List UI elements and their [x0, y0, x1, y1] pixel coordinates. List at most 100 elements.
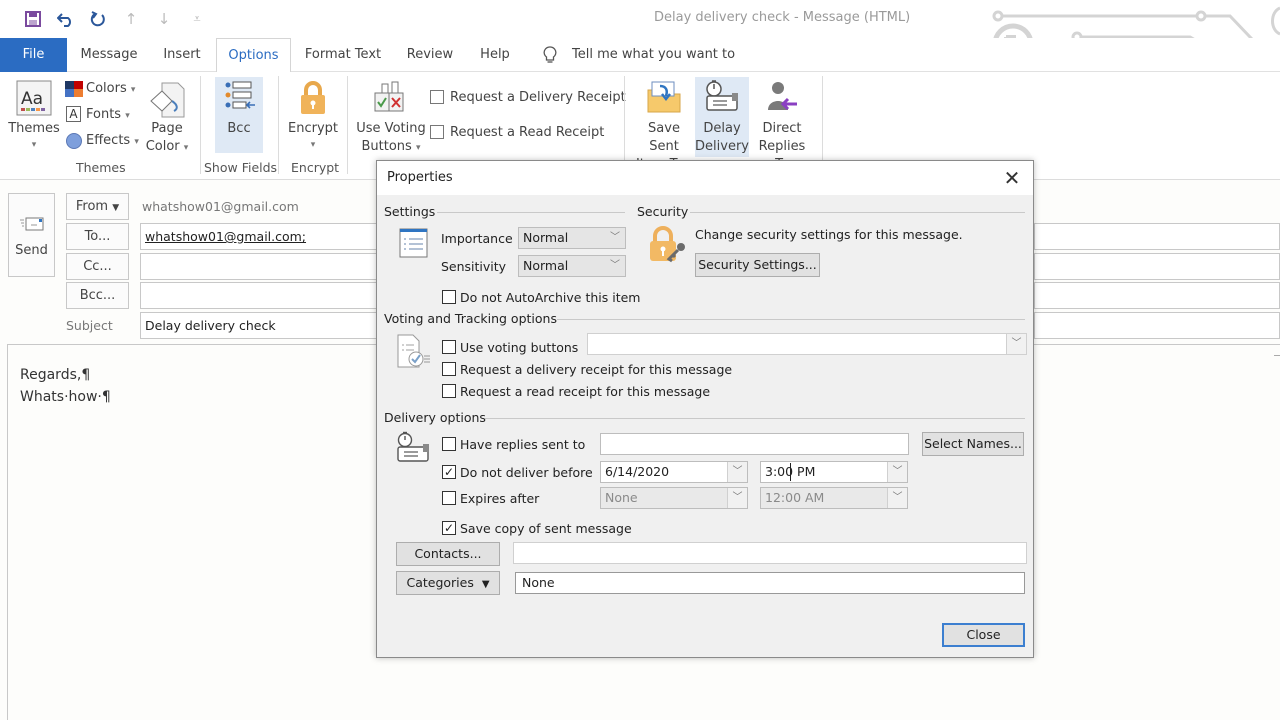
send-button[interactable]: Send — [8, 193, 55, 277]
use-voting-buttons-checkbox[interactable] — [442, 340, 456, 354]
customize-qat-icon[interactable]: ⩡ — [186, 8, 208, 30]
delivery-receipt-checkbox[interactable] — [442, 362, 456, 376]
from-label: From — [75, 199, 109, 214]
expires-time-dropdown[interactable]: 12:00 AM ﹀ — [760, 487, 908, 509]
chevron-down-icon: ﹀ — [727, 488, 747, 508]
encrypt-dropdown-arrow-icon[interactable]: ▾ — [284, 136, 342, 154]
expires-date-dropdown[interactable]: None ﹀ — [600, 487, 748, 509]
importance-dropdown[interactable]: Normal ﹀ — [518, 227, 626, 249]
direct-replies-to-icon — [765, 80, 799, 114]
voting-ballot-icon — [373, 81, 407, 113]
fonts-button[interactable]: Fonts ▾ — [86, 106, 130, 125]
chevron-down-icon: ﹀ — [727, 462, 747, 482]
request-delivery-receipt-label: Request a Delivery Receipt — [450, 90, 626, 105]
title-bar: ↑ ↓ ⩡ Delay delivery check - Message (HT… — [0, 0, 1280, 72]
cc-field-right[interactable] — [1034, 253, 1280, 280]
up-arrow-icon[interactable]: ↑ — [120, 8, 142, 30]
read-receipt-label: Request a read receipt for this message — [460, 384, 711, 399]
colors-button[interactable]: Colors ▾ — [86, 80, 135, 99]
use-voting-buttons-button[interactable]: Use Voting Buttons ▾ — [354, 120, 428, 157]
contacts-field[interactable] — [513, 542, 1027, 564]
sensitivity-value: Normal — [523, 258, 569, 273]
dialog-close-icon[interactable]: ✕ — [999, 166, 1025, 190]
select-names-button[interactable]: Select Names... — [922, 432, 1024, 456]
tab-help[interactable]: Help — [474, 38, 516, 72]
categories-button[interactable]: Categories ▼ — [396, 571, 500, 595]
direct-label-1: Direct — [762, 121, 802, 136]
delay-delivery-icon — [703, 79, 741, 113]
sensitivity-dropdown[interactable]: Normal ﹀ — [518, 255, 626, 277]
themes-dropdown-arrow-icon[interactable]: ▾ — [8, 136, 60, 154]
subject-field-right[interactable] — [1034, 312, 1280, 339]
bcc-label: Bcc — [227, 121, 251, 136]
page-color-button[interactable]: Page Color ▾ — [140, 120, 194, 157]
delivery-options-icon — [395, 431, 433, 465]
chevron-down-icon: ﹀ — [1006, 334, 1026, 354]
request-delivery-receipt-checkbox[interactable] — [430, 90, 444, 104]
tab-review[interactable]: Review — [400, 38, 460, 72]
categories-field[interactable]: None — [515, 572, 1025, 594]
ribbon-separator — [278, 76, 279, 174]
window-title: Delay delivery check - Message (HTML) — [654, 10, 911, 25]
delay-label-1: Delay — [703, 121, 741, 136]
tab-options[interactable]: Options — [216, 38, 291, 73]
to-field-right[interactable] — [1034, 223, 1280, 250]
do-not-deliver-before-checkbox[interactable]: ✓ — [442, 465, 456, 479]
page-color-icon — [148, 81, 186, 119]
request-read-receipt-label: Request a Read Receipt — [450, 125, 605, 140]
autoarchive-checkbox[interactable] — [442, 290, 456, 304]
chevron-down-icon: ﹀ — [610, 232, 620, 243]
have-replies-sent-to-checkbox[interactable] — [442, 437, 456, 451]
dialog-title-bar: Properties ✕ — [377, 161, 1033, 195]
close-button[interactable]: Close — [942, 623, 1025, 647]
from-button[interactable]: From ▼ — [66, 193, 129, 220]
tab-insert[interactable]: Insert — [156, 38, 208, 72]
tab-file[interactable]: File — [0, 38, 67, 72]
replies-sent-to-field[interactable] — [600, 433, 909, 455]
expires-after-checkbox[interactable] — [442, 491, 456, 505]
lightbulb-icon — [538, 38, 562, 72]
bcc-field-right[interactable] — [1034, 282, 1280, 309]
ribbon-separator — [347, 76, 348, 174]
undo-icon[interactable] — [55, 8, 77, 30]
fonts-icon: A — [66, 106, 81, 122]
cc-field[interactable] — [140, 253, 380, 280]
use-voting-label-2: Buttons — [361, 139, 412, 154]
autoarchive-label: Do not AutoArchive this item — [460, 290, 641, 305]
section-divider — [557, 319, 1025, 320]
expires-after-label: Expires after — [460, 491, 540, 506]
deliver-time-dropdown[interactable]: 3:00 PM ﹀ — [760, 461, 908, 483]
sensitivity-label: Sensitivity — [441, 259, 507, 274]
effects-button[interactable]: Effects ▾ — [86, 132, 139, 151]
save-icon[interactable] — [22, 8, 44, 30]
save-sent-label-1: Save Sent — [648, 121, 680, 154]
tell-me-search[interactable]: Tell me what you want to do — [572, 38, 744, 96]
bcc-field[interactable] — [140, 282, 380, 309]
cc-button[interactable]: Cc... — [66, 253, 129, 280]
bcc-field-button[interactable]: Bcc... — [66, 282, 129, 309]
save-copy-checkbox[interactable]: ✓ — [442, 521, 456, 535]
read-receipt-checkbox[interactable] — [442, 384, 456, 398]
contacts-button[interactable]: Contacts... — [396, 542, 500, 566]
tab-message[interactable]: Message — [76, 38, 142, 72]
down-arrow-icon[interactable]: ↓ — [153, 8, 175, 30]
categories-dropdown-icon: ▼ — [481, 579, 490, 590]
themes-group-label: Themes — [76, 160, 126, 175]
fonts-label: Fonts — [86, 107, 122, 122]
colors-icon — [65, 81, 83, 97]
redo-icon[interactable] — [87, 8, 109, 30]
to-button[interactable]: To... — [66, 223, 129, 250]
request-read-receipt-checkbox[interactable] — [430, 125, 444, 139]
to-field[interactable]: whatshow01@gmail.com; — [140, 223, 380, 250]
chevron-down-icon: ﹀ — [887, 488, 907, 508]
subject-field[interactable]: Delay delivery check — [140, 312, 380, 339]
voting-options-dropdown[interactable]: ﹀ — [587, 333, 1027, 355]
delay-label-2: Delivery — [695, 139, 749, 154]
delay-delivery-label: Delay Delivery — [695, 120, 749, 156]
security-settings-button[interactable]: Security Settings... — [695, 253, 820, 277]
deliver-date-dropdown[interactable]: 6/14/2020 ﹀ — [600, 461, 748, 483]
body-scrollbar-hint[interactable] — [1274, 355, 1280, 356]
tab-format-text[interactable]: Format Text — [300, 38, 386, 72]
importance-label: Importance — [441, 231, 513, 246]
themes-icon: Aa — [16, 80, 54, 118]
